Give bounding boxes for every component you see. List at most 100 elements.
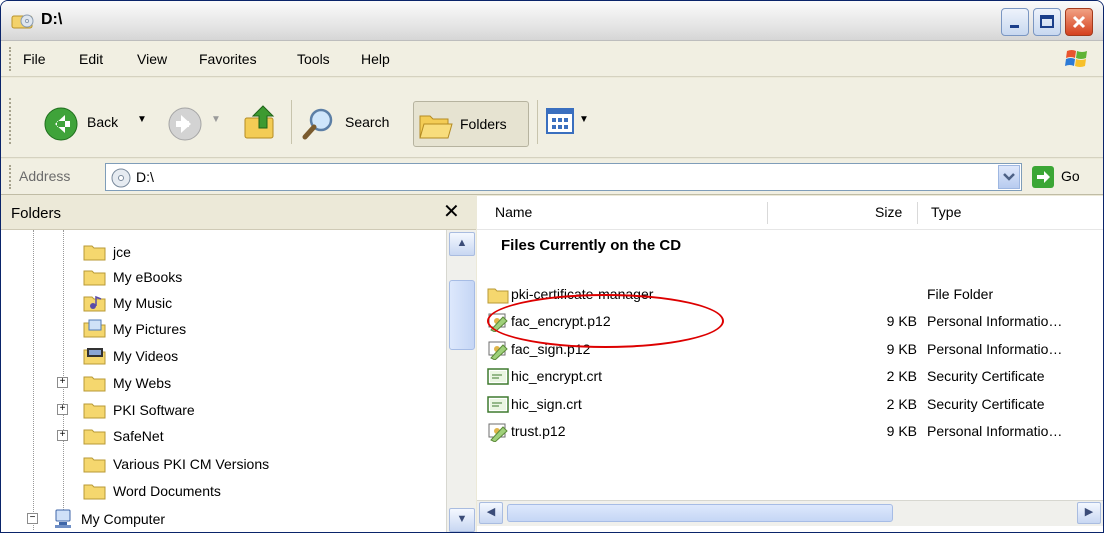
address-grip[interactable] — [9, 165, 12, 189]
forward-button[interactable]: ▼ — [165, 102, 225, 144]
search-button[interactable]: Search — [299, 102, 407, 144]
minimize-button[interactable] — [1001, 8, 1029, 36]
tree-item-label: My Computer — [81, 511, 166, 527]
menu-tools[interactable]: Tools — [297, 51, 330, 67]
go-button[interactable]: Go — [1031, 164, 1095, 190]
address-value: D:\ — [136, 169, 154, 185]
certificate-crt-icon — [487, 368, 509, 385]
address-dropdown-button[interactable] — [998, 165, 1020, 189]
certificate-p12-icon — [488, 423, 508, 442]
close-icon — [1072, 15, 1086, 29]
expand-icon[interactable]: + — [57, 430, 68, 441]
file-row-fac-sign[interactable]: fac_sign.p12 9 KB Personal Informatio… — [477, 336, 1103, 364]
column-divider[interactable] — [767, 202, 768, 224]
tree-item-label: My eBooks — [113, 269, 183, 285]
go-label: Go — [1061, 168, 1080, 184]
expand-icon[interactable]: + — [57, 377, 68, 388]
menu-grip[interactable] — [9, 47, 12, 71]
file-name: fac_sign.p12 — [511, 341, 591, 357]
maximize-button[interactable] — [1033, 8, 1061, 36]
files-pane: Name Size Type Files Currently on the CD… — [477, 196, 1103, 532]
window-title: D:\ — [41, 11, 63, 28]
column-name[interactable]: Name — [495, 204, 532, 220]
folders-button[interactable]: Folders — [413, 101, 529, 147]
menu-file[interactable]: File — [23, 51, 46, 67]
tree-item-label: PKI Software — [113, 402, 195, 418]
title-bar[interactable]: D:\ — [1, 1, 1103, 41]
column-header: Name Size Type — [477, 196, 1103, 230]
scroll-up-icon[interactable]: ▲ — [449, 232, 475, 256]
tree-item-label: jce — [113, 244, 131, 260]
back-dropdown-icon[interactable]: ▼ — [137, 114, 147, 125]
folder-icon — [83, 484, 106, 500]
file-size: 9 KB — [886, 341, 917, 357]
forward-dropdown-icon[interactable]: ▼ — [211, 114, 221, 125]
pictures-folder-icon — [83, 319, 106, 338]
file-name: fac_encrypt.p12 — [511, 313, 611, 329]
videos-folder-icon — [83, 348, 106, 365]
views-dropdown-icon[interactable]: ▼ — [579, 114, 589, 125]
files-horizontal-scrollbar[interactable]: ◀ ▶ — [477, 500, 1103, 526]
certificate-crt-icon — [487, 396, 509, 413]
file-row-fac-encrypt[interactable]: fac_encrypt.p12 9 KB Personal Informatio… — [477, 308, 1103, 336]
tree-line — [63, 230, 64, 520]
forward-arrow-icon — [168, 107, 202, 141]
file-row-trust[interactable]: trust.p12 9 KB Personal Informatio… — [477, 418, 1103, 446]
scroll-thumb[interactable] — [449, 280, 475, 350]
file-row-pki-certificate-manager[interactable]: pki-certificate-manager File Folder — [477, 281, 1103, 309]
file-name: hic_sign.crt — [511, 396, 582, 412]
search-icon — [302, 108, 333, 140]
cd-icon — [111, 168, 131, 188]
file-row-hic-sign[interactable]: hic_sign.crt 2 KB Security Certificate — [477, 391, 1103, 419]
file-size: 9 KB — [886, 313, 917, 329]
views-button[interactable]: ▼ — [545, 106, 595, 140]
menu-edit[interactable]: Edit — [79, 51, 103, 67]
maximize-icon — [1040, 15, 1054, 28]
file-name: pki-certificate-manager — [511, 286, 654, 302]
column-divider[interactable] — [917, 202, 918, 224]
search-label: Search — [345, 114, 390, 130]
folders-vertical-scrollbar[interactable]: ▲ ▼ — [446, 230, 476, 532]
folder-icon — [487, 288, 509, 304]
file-type: File Folder — [927, 286, 994, 302]
scroll-down-icon[interactable]: ▼ — [449, 508, 475, 532]
menu-help[interactable]: Help — [361, 51, 390, 67]
tree-item-label: My Music — [113, 295, 173, 311]
close-pane-icon[interactable]: ✕ — [443, 199, 460, 224]
tree-line — [33, 230, 34, 530]
file-type: Personal Informatio… — [927, 423, 1063, 439]
file-size: 2 KB — [886, 368, 917, 384]
folder-icon — [83, 429, 106, 445]
certificate-p12-icon — [488, 341, 508, 360]
close-button[interactable] — [1065, 8, 1093, 36]
tree-item-label: Word Documents — [113, 483, 221, 499]
address-label: Address — [19, 168, 71, 184]
menu-favorites[interactable]: Favorites — [199, 51, 257, 67]
file-row-hic-encrypt[interactable]: hic_encrypt.crt 2 KB Security Certificat… — [477, 363, 1103, 391]
expand-icon[interactable]: + — [57, 404, 68, 415]
column-type[interactable]: Type — [931, 204, 961, 220]
tree-item-label: Various PKI CM Versions — [113, 456, 270, 472]
folder-icon — [83, 376, 106, 392]
scroll-left-icon[interactable]: ◀ — [479, 502, 503, 524]
address-input[interactable]: D:\ — [105, 163, 1022, 191]
menu-view[interactable]: View — [137, 51, 167, 67]
tree-item-label: My Webs — [113, 375, 172, 391]
scroll-thumb[interactable] — [507, 504, 893, 522]
music-folder-icon — [83, 295, 106, 312]
tree-item-label: My Pictures — [113, 321, 187, 337]
collapse-icon[interactable]: − — [27, 513, 38, 524]
up-folder-button[interactable] — [241, 102, 283, 144]
file-size: 9 KB — [886, 423, 917, 439]
menu-bar: File Edit View Favorites Tools Help — [1, 41, 1103, 77]
toolbar-separator — [537, 100, 538, 144]
folder-icon — [83, 270, 106, 286]
back-button[interactable]: Back ▼ — [41, 102, 159, 144]
toolbar-grip[interactable] — [9, 98, 12, 144]
folders-pane-title: Folders — [11, 205, 62, 222]
certificate-p12-icon — [488, 313, 508, 332]
scroll-right-icon[interactable]: ▶ — [1077, 502, 1101, 524]
folders-pane: Folders ✕ jce My eBooks My Music My Pict… — [1, 196, 476, 532]
views-icon — [546, 108, 574, 134]
column-size[interactable]: Size — [875, 204, 902, 220]
